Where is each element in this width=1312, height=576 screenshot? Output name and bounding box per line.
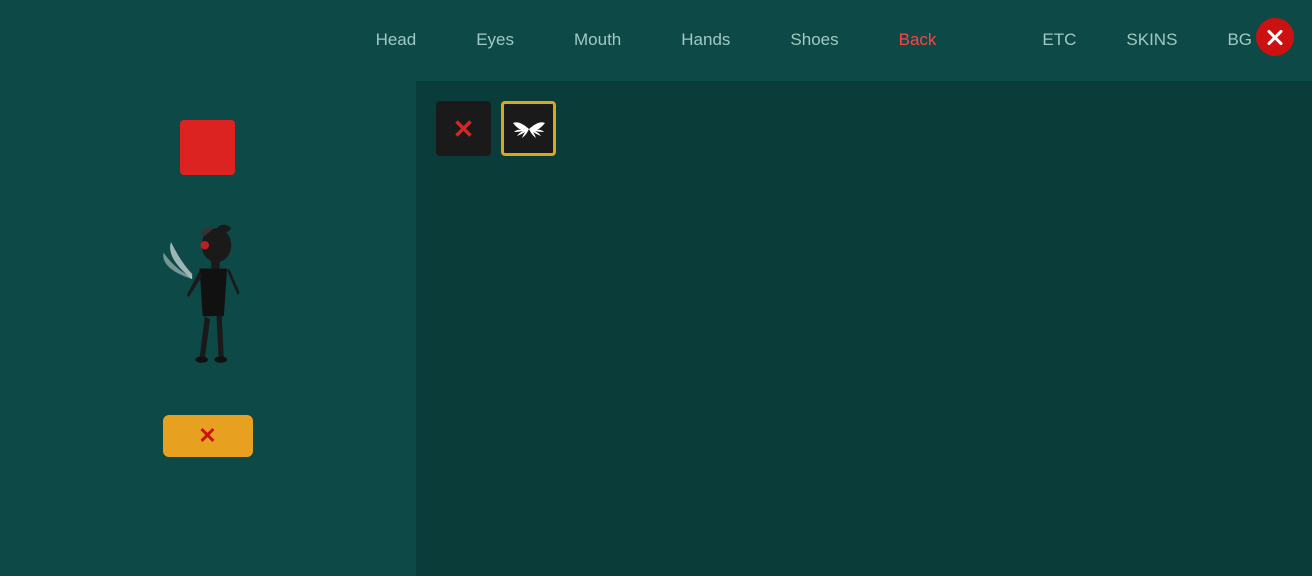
- tab-hands[interactable]: Hands: [681, 30, 730, 50]
- tab-eyes[interactable]: Eyes: [476, 30, 514, 50]
- item-none[interactable]: ✕: [436, 101, 491, 156]
- nav-skins[interactable]: SKINS: [1126, 30, 1177, 50]
- close-button[interactable]: [1256, 18, 1294, 56]
- character-preview: [148, 205, 268, 385]
- wings-svg: [511, 118, 547, 140]
- tab-back[interactable]: Back: [899, 30, 937, 50]
- main-panel: ✕: [415, 80, 1312, 576]
- tab-head[interactable]: Head: [376, 30, 417, 50]
- item-wings[interactable]: [501, 101, 556, 156]
- color-swatch[interactable]: [180, 120, 235, 175]
- tab-mouth[interactable]: Mouth: [574, 30, 621, 50]
- remove-icon: ✕: [198, 423, 216, 449]
- nav-etc[interactable]: ETC: [1042, 30, 1076, 50]
- nav-bg[interactable]: BG: [1227, 30, 1252, 50]
- left-panel: ✕: [0, 80, 415, 576]
- remove-button[interactable]: ✕: [163, 415, 253, 457]
- x-icon: ✕: [453, 116, 475, 142]
- tab-shoes[interactable]: Shoes: [790, 30, 838, 50]
- nav-right: ETC SKINS BG: [1042, 30, 1252, 50]
- top-nav: Head Eyes Mouth Hands Shoes Back ETC SKI…: [0, 0, 1312, 80]
